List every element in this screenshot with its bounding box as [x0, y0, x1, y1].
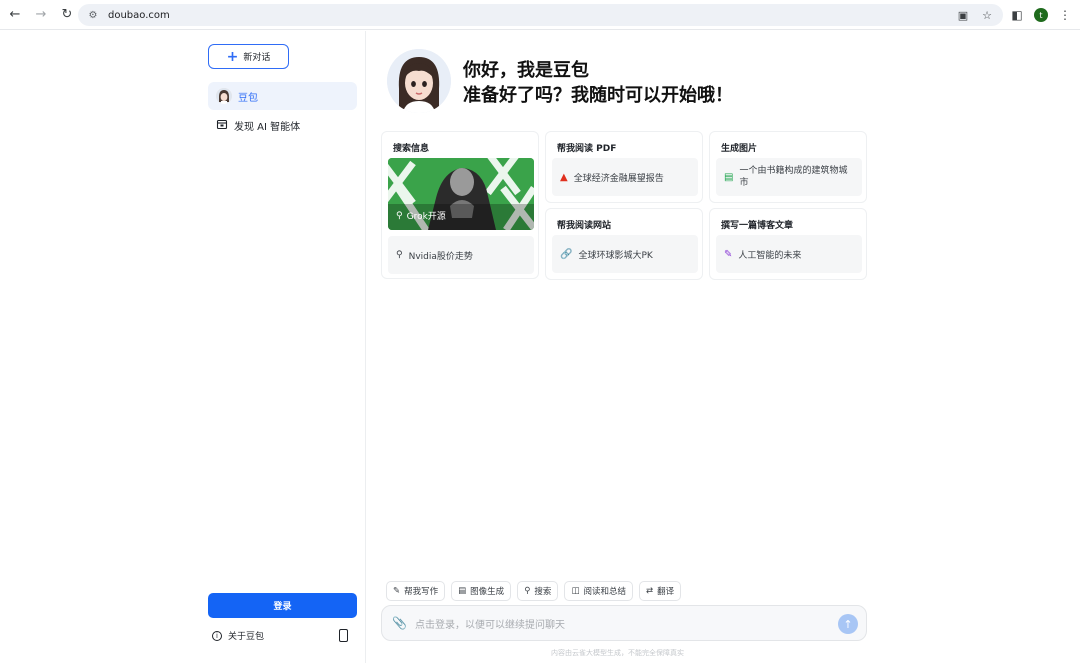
site-info-icon[interactable]: ⚙ — [86, 8, 100, 22]
card-write-blog: 撰写一篇博客文章 ✎ 人工智能的未来 — [709, 208, 867, 280]
sidebar-item-label: 发现 AI 智能体 — [234, 121, 301, 133]
link-icon: 🔗 — [560, 248, 573, 260]
card-read-pdf: 帮我阅读 PDF ▲ 全球经济金融展望报告 — [545, 131, 703, 203]
chat-input[interactable]: 📎 点击登录，以便可以继续提问聊天 ↑ — [381, 605, 867, 641]
new-chat-button[interactable]: + 新对话 — [208, 44, 289, 69]
suggestion-book-city[interactable]: ▤ 一个由书籍构成的建筑物城市 — [716, 158, 862, 196]
suggestion-universal-studios[interactable]: 🔗 全球环球影城大PK — [552, 235, 698, 273]
reload-icon[interactable]: ↻ — [56, 4, 78, 26]
side-panel-icon[interactable]: ◧ — [1008, 4, 1026, 26]
new-chat-label: 新对话 — [243, 53, 271, 63]
doubao-avatar-icon — [216, 88, 232, 104]
install-app-icon[interactable]: ▣ — [955, 7, 971, 23]
tool-help-write[interactable]: ✎ 帮我写作 — [386, 581, 446, 601]
card-read-website: 帮我阅读网站 🔗 全球环球影城大PK — [545, 208, 703, 280]
suggestion-nvidia[interactable]: ⚲ Nvidia股价走势 — [388, 236, 534, 274]
about-link[interactable]: i 关于豆包 — [212, 629, 264, 642]
card-generate-image: 生成图片 ▤ 一个由书籍构成的建筑物城市 — [709, 131, 867, 203]
suggestion-ai-future[interactable]: ✎ 人工智能的未来 — [716, 235, 862, 273]
mobile-app-icon[interactable] — [339, 629, 348, 642]
tool-image-generate[interactable]: ▤ 图像生成 — [451, 581, 512, 601]
suggestion-pdf-report[interactable]: ▲ 全球经济金融展望报告 — [552, 158, 698, 196]
card-title: 搜索信息 — [393, 144, 430, 154]
image-icon: ▤ — [458, 586, 467, 596]
search-icon: ⚲ — [396, 250, 403, 260]
send-button[interactable]: ↑ — [838, 614, 858, 634]
sidebar-item-discover-agents[interactable]: 发现 AI 智能体 — [208, 111, 357, 139]
tool-shortcuts: ✎ 帮我写作 ▤ 图像生成 ⚲ 搜索 ◫ 阅读和总结 ⇄ 翻译 — [386, 581, 682, 601]
tool-read-summarize[interactable]: ◫ 阅读和总结 — [564, 581, 633, 601]
arrow-up-icon: ↑ — [843, 617, 853, 631]
edit-icon: ✎ — [393, 586, 401, 596]
about-label: 关于豆包 — [228, 632, 265, 642]
doubao-hero-avatar — [387, 49, 451, 113]
translate-icon: ⇄ — [645, 586, 654, 596]
image-icon: ▤ — [724, 171, 734, 183]
card-title: 生成图片 — [721, 144, 758, 154]
tool-translate[interactable]: ⇄ 翻译 — [638, 581, 682, 601]
edit-icon: ✎ — [724, 248, 733, 260]
card-title: 帮我阅读 PDF — [557, 144, 617, 154]
book-icon: ◫ — [571, 586, 580, 596]
pdf-icon: ▲ — [560, 171, 568, 183]
main-content: 你好，我是豆包 准备好了吗？我随时可以开始哦！ 搜索信息 ⚲ Grok开源 ⚲ … — [367, 31, 1080, 663]
sidebar-item-label: 豆包 — [238, 92, 258, 104]
card-title: 撰写一篇博客文章 — [721, 221, 794, 231]
attachment-icon[interactable]: 📎 — [392, 616, 407, 630]
back-icon[interactable]: ← — [4, 4, 26, 26]
address-bar[interactable]: ⚙ doubao.com ▣ ☆ — [78, 4, 1003, 26]
search-icon: ⚲ — [396, 210, 403, 221]
browser-toolbar: ← → ↻ ⚙ doubao.com ▣ ☆ ◧ t ⋮ — [0, 0, 1080, 30]
url-text[interactable]: doubao.com — [108, 10, 170, 21]
sidebar: + 新对话 豆包 发现 AI 智能体 登录 i 关于豆包 — [0, 31, 366, 663]
profile-avatar[interactable]: t — [1034, 8, 1048, 22]
disclaimer: 内容由云雀大模型生成，不能完全保障真实 — [551, 649, 684, 657]
tool-search[interactable]: ⚲ 搜索 — [517, 581, 559, 601]
more-menu-icon[interactable]: ⋮ — [1056, 4, 1074, 26]
info-icon: i — [212, 630, 222, 641]
agent-box-icon — [216, 118, 228, 133]
search-icon: ⚲ — [524, 586, 531, 596]
login-button[interactable]: 登录 — [208, 593, 357, 618]
news-image-card[interactable]: ⚲ Grok开源 — [388, 158, 534, 230]
sidebar-item-doubao[interactable]: 豆包 — [208, 82, 357, 110]
greeting: 你好，我是豆包 准备好了吗？我随时可以开始哦！ — [463, 58, 733, 108]
chat-input-placeholder: 点击登录，以便可以继续提问聊天 — [414, 619, 565, 631]
plus-icon: + — [226, 48, 239, 65]
greeting-line-1: 你好，我是豆包 — [463, 60, 589, 81]
card-search: 搜索信息 ⚲ Grok开源 ⚲ Nvidia股价走势 — [381, 131, 539, 279]
image-caption: ⚲ Grok开源 — [396, 210, 446, 223]
forward-icon[interactable]: → — [30, 4, 52, 26]
bookmark-star-icon[interactable]: ☆ — [979, 7, 995, 23]
card-title: 帮我阅读网站 — [557, 221, 612, 231]
greeting-line-2: 准备好了吗？我随时可以开始哦！ — [463, 85, 733, 106]
